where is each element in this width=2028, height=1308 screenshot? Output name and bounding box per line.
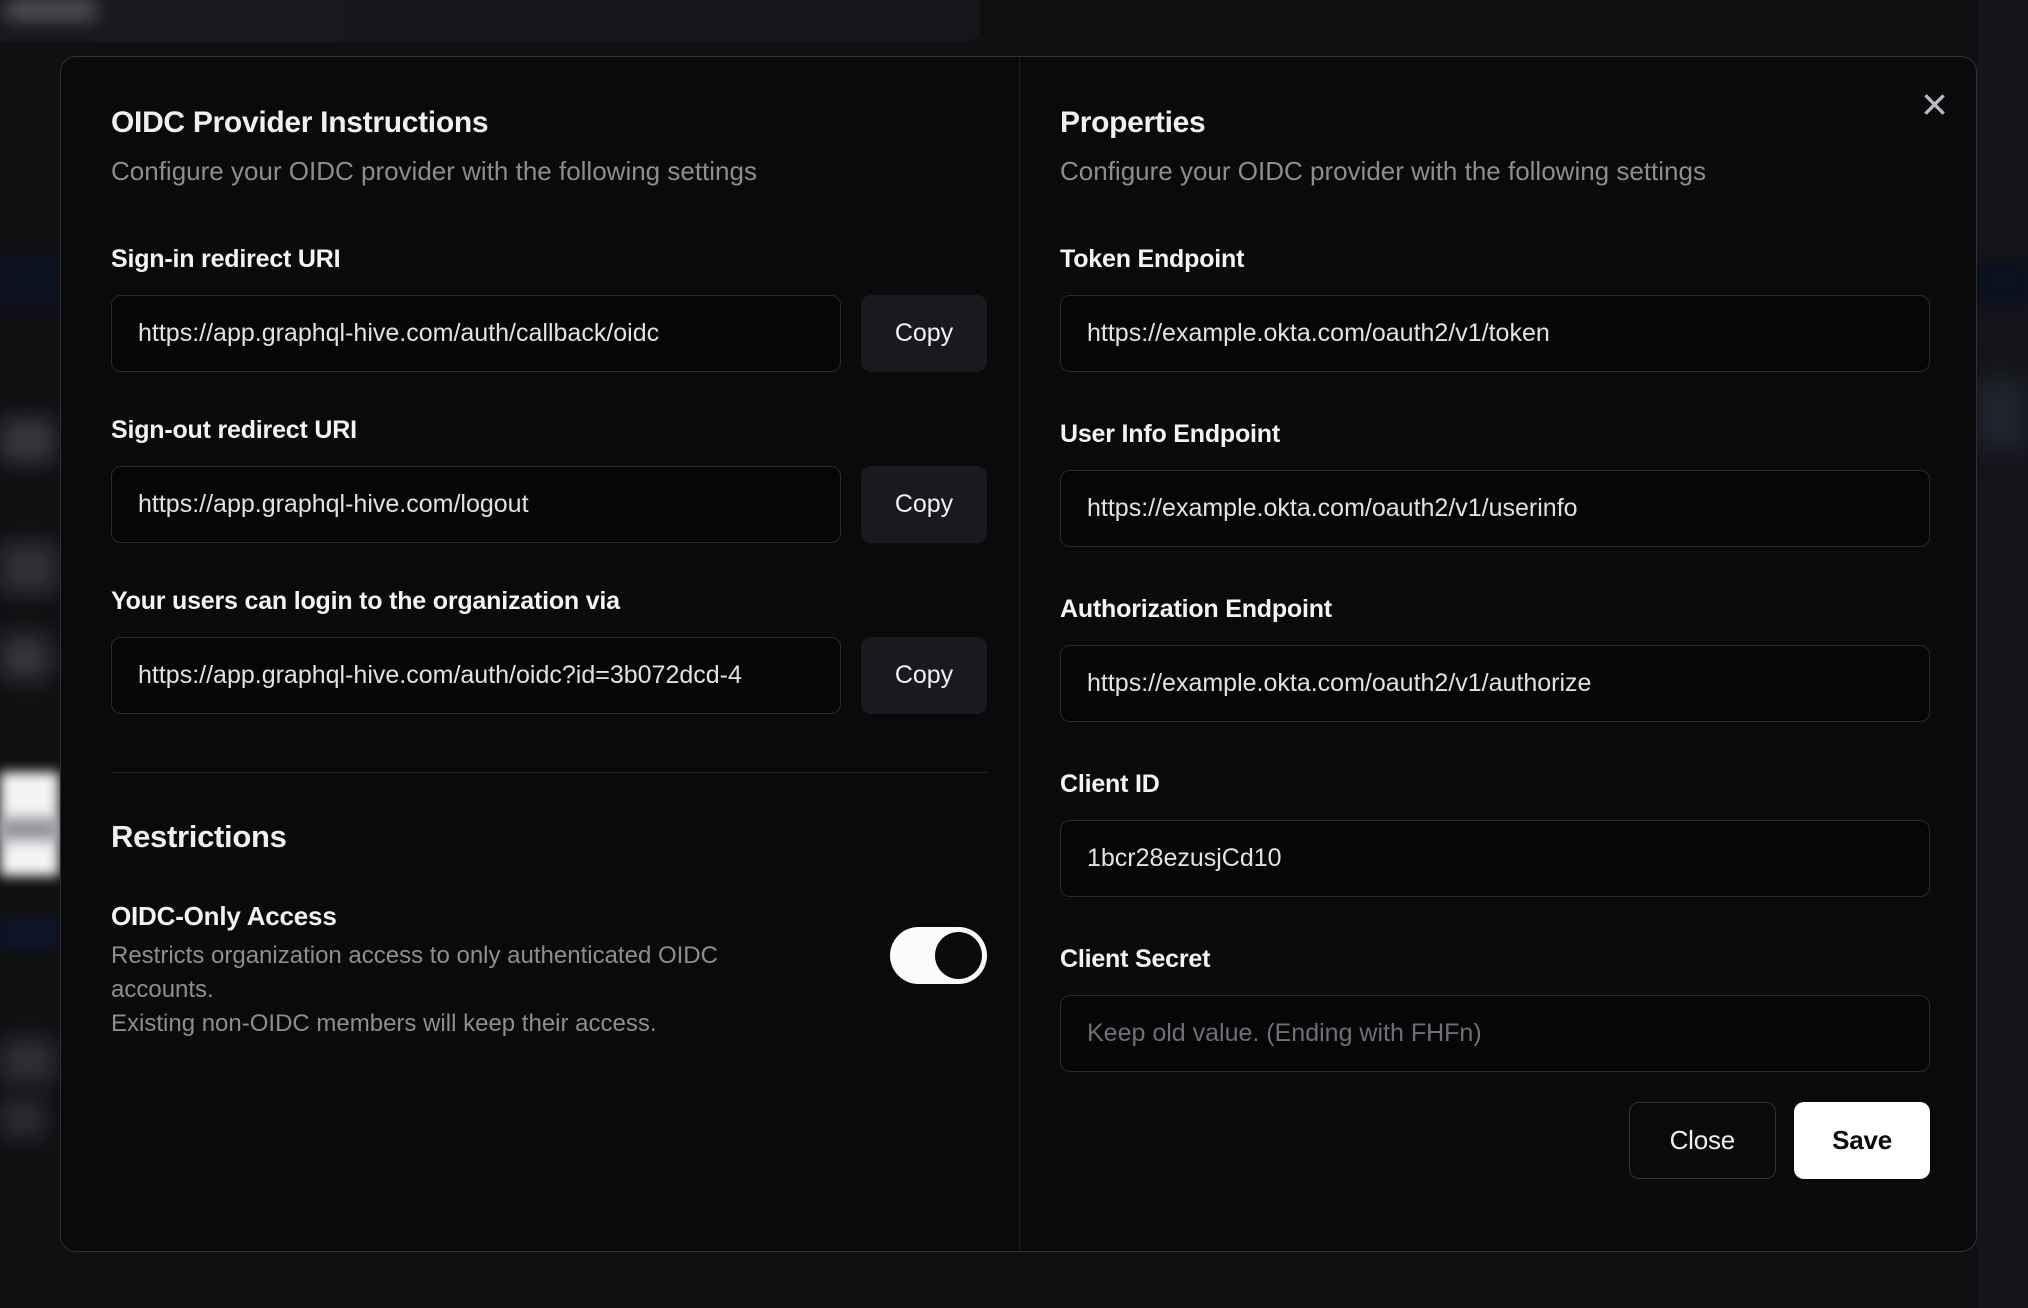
background-top-panel-inner bbox=[0, 0, 345, 42]
background-blur-artifact bbox=[0, 418, 55, 463]
authorization-endpoint-input[interactable] bbox=[1060, 645, 1930, 722]
copy-sign-in-uri-button[interactable]: Copy bbox=[861, 295, 987, 372]
organization-login-uri-row: Copy bbox=[111, 637, 987, 714]
oidc-only-access-toggle[interactable] bbox=[890, 927, 987, 984]
organization-login-uri-label: Your users can login to the organization… bbox=[111, 587, 620, 615]
background-right-strip bbox=[1977, 0, 2028, 1308]
background-blur-artifact bbox=[0, 1098, 46, 1138]
close-button[interactable]: Close bbox=[1628, 1102, 1777, 1179]
client-id-input[interactable] bbox=[1060, 820, 1930, 897]
instructions-subtitle: Configure your OIDC provider with the fo… bbox=[111, 156, 757, 186]
copy-login-uri-button[interactable]: Copy bbox=[861, 637, 987, 714]
description-line-2: Existing non-OIDC members will keep thei… bbox=[111, 1010, 657, 1037]
authorization-endpoint-label: Authorization Endpoint bbox=[1060, 595, 1332, 623]
sign-out-redirect-uri-row: Copy bbox=[111, 466, 987, 543]
background-blur-artifact bbox=[0, 1038, 56, 1084]
sign-in-redirect-uri-label: Sign-in redirect URI bbox=[111, 245, 341, 273]
background-blur-artifact bbox=[0, 255, 59, 303]
instructions-pane: OIDC Provider Instructions Configure you… bbox=[61, 57, 1020, 1251]
instructions-title: OIDC Provider Instructions bbox=[111, 106, 489, 139]
background-blur-artifact bbox=[1977, 262, 2028, 304]
copy-sign-out-uri-button[interactable]: Copy bbox=[861, 466, 987, 543]
background-blur-artifact bbox=[0, 542, 58, 594]
background-blur-artifact bbox=[0, 636, 50, 678]
close-icon[interactable]: × bbox=[1921, 81, 1948, 127]
background-blur-artifact bbox=[0, 772, 59, 876]
background-blur-artifact bbox=[1977, 378, 2028, 450]
properties-pane: Properties Configure your OIDC provider … bbox=[1020, 57, 1976, 1251]
properties-title: Properties bbox=[1060, 106, 1206, 139]
background-top-panel bbox=[0, 0, 980, 42]
section-divider bbox=[111, 772, 987, 773]
user-info-endpoint-label: User Info Endpoint bbox=[1060, 420, 1280, 448]
token-endpoint-input[interactable] bbox=[1060, 295, 1930, 372]
toggle-knob bbox=[935, 932, 982, 979]
oidc-only-access-description: Restricts organization access to only au… bbox=[111, 939, 811, 1041]
client-id-label: Client ID bbox=[1060, 770, 1160, 798]
oidc-only-access-row: OIDC-Only Access Restricts organization … bbox=[111, 899, 987, 1041]
organization-login-uri-input[interactable] bbox=[111, 637, 841, 714]
sign-in-redirect-uri-input[interactable] bbox=[111, 295, 841, 372]
user-info-endpoint-input[interactable] bbox=[1060, 470, 1930, 547]
sign-out-redirect-uri-input[interactable] bbox=[111, 466, 841, 543]
background-blur-artifact bbox=[0, 918, 59, 948]
background-blur-artifact bbox=[6, 0, 96, 20]
client-secret-label: Client Secret bbox=[1060, 945, 1211, 973]
properties-subtitle: Configure your OIDC provider with the fo… bbox=[1060, 156, 1706, 186]
restrictions-heading: Restrictions bbox=[111, 819, 287, 854]
description-line-1: Restricts organization access to only au… bbox=[111, 942, 718, 1003]
save-button[interactable]: Save bbox=[1794, 1102, 1930, 1179]
oidc-only-access-label: OIDC-Only Access bbox=[111, 901, 337, 931]
oidc-only-access-texts: OIDC-Only Access Restricts organization … bbox=[111, 899, 811, 1041]
sign-in-redirect-uri-row: Copy bbox=[111, 295, 987, 372]
sign-out-redirect-uri-label: Sign-out redirect URI bbox=[111, 416, 357, 444]
token-endpoint-label: Token Endpoint bbox=[1060, 245, 1245, 273]
client-secret-input[interactable] bbox=[1060, 995, 1930, 1072]
dialog-actions: Close Save bbox=[1060, 1102, 1930, 1179]
background-blur-artifact bbox=[0, 818, 59, 840]
oidc-provider-dialog: OIDC Provider Instructions Configure you… bbox=[60, 56, 1977, 1252]
